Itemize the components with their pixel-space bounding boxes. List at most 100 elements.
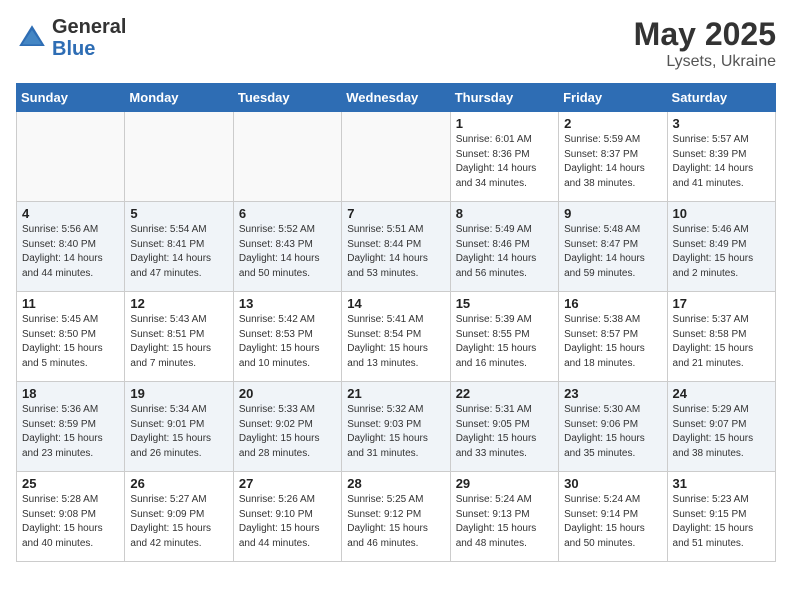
- day-info: Sunrise: 5:57 AM Sunset: 8:39 PM Dayligh…: [673, 133, 770, 191]
- day-info: Sunrise: 5:51 AM Sunset: 8:44 PM Dayligh…: [347, 223, 444, 281]
- logo: General Blue: [16, 16, 126, 60]
- day-number: 27: [239, 476, 336, 491]
- calendar-cell: 6 Sunrise: 5:52 AM Sunset: 8:43 PM Daylig…: [233, 202, 341, 292]
- day-info: Sunrise: 5:25 AM Sunset: 9:12 PM Dayligh…: [347, 493, 444, 551]
- calendar-cell: 26 Sunrise: 5:27 AM Sunset: 9:09 PM Dayli…: [125, 472, 233, 562]
- day-info: Sunrise: 5:49 AM Sunset: 8:46 PM Dayligh…: [456, 223, 553, 281]
- day-info: Sunrise: 5:46 AM Sunset: 8:49 PM Dayligh…: [673, 223, 770, 281]
- calendar-cell: 16Sunrise: 5:38 AM Sunset: 8:57 PM Dayli…: [559, 292, 667, 382]
- day-number: 2: [564, 116, 661, 131]
- calendar-week-row: 1Sunrise: 6:01 AM Sunset: 8:36 PM Daylig…: [17, 112, 776, 202]
- calendar-cell: 8 Sunrise: 5:49 AM Sunset: 8:46 PM Daylig…: [450, 202, 558, 292]
- day-number: 5: [130, 206, 227, 221]
- day-number: 12: [130, 296, 227, 311]
- calendar-week-row: 25 Sunrise: 5:28 AM Sunset: 9:08 PM Dayli…: [17, 472, 776, 562]
- calendar-cell: 24 Sunrise: 5:29 AM Sunset: 9:07 PM Dayli…: [667, 382, 775, 472]
- calendar-cell: 12 Sunrise: 5:43 AM Sunset: 8:51 PM Dayli…: [125, 292, 233, 382]
- day-info: Sunrise: 5:43 AM Sunset: 8:51 PM Dayligh…: [130, 313, 227, 371]
- calendar-cell: 1Sunrise: 6:01 AM Sunset: 8:36 PM Daylig…: [450, 112, 558, 202]
- logo-blue-text: Blue: [52, 38, 95, 60]
- calendar-cell: 15 Sunrise: 5:39 AM Sunset: 8:55 PM Dayli…: [450, 292, 558, 382]
- logo-general-text: General: [52, 16, 126, 38]
- calendar-cell: 2 Sunrise: 5:59 AM Sunset: 8:37 PM Daylig…: [559, 112, 667, 202]
- calendar-cell: 28Sunrise: 5:25 AM Sunset: 9:12 PM Dayli…: [342, 472, 450, 562]
- calendar-cell: 17Sunrise: 5:37 AM Sunset: 8:58 PM Dayli…: [667, 292, 775, 382]
- day-number: 29: [456, 476, 553, 491]
- day-number: 15: [456, 296, 553, 311]
- calendar-cell: 5 Sunrise: 5:54 AM Sunset: 8:41 PM Daylig…: [125, 202, 233, 292]
- day-number: 14: [347, 296, 444, 311]
- calendar-cell: 3 Sunrise: 5:57 AM Sunset: 8:39 PM Daylig…: [667, 112, 775, 202]
- calendar-cell: 19 Sunrise: 5:34 AM Sunset: 9:01 PM Dayli…: [125, 382, 233, 472]
- calendar-cell: 13Sunrise: 5:42 AM Sunset: 8:53 PM Dayli…: [233, 292, 341, 382]
- day-info: Sunrise: 5:28 AM Sunset: 9:08 PM Dayligh…: [22, 493, 119, 551]
- day-number: 24: [673, 386, 770, 401]
- day-number: 10: [673, 206, 770, 221]
- calendar-cell: 22 Sunrise: 5:31 AM Sunset: 9:05 PM Dayli…: [450, 382, 558, 472]
- day-info: Sunrise: 5:29 AM Sunset: 9:07 PM Dayligh…: [673, 403, 770, 461]
- calendar-cell: [233, 112, 341, 202]
- title-block: May 2025 Lysets, Ukraine: [634, 16, 776, 71]
- calendar-cell: 20Sunrise: 5:33 AM Sunset: 9:02 PM Dayli…: [233, 382, 341, 472]
- day-number: 21: [347, 386, 444, 401]
- calendar-cell: 29 Sunrise: 5:24 AM Sunset: 9:13 PM Dayli…: [450, 472, 558, 562]
- calendar-header-row: SundayMondayTuesdayWednesdayThursdayFrid…: [17, 84, 776, 112]
- day-info: Sunrise: 5:27 AM Sunset: 9:09 PM Dayligh…: [130, 493, 227, 551]
- page-header: General Blue May 2025 Lysets, Ukraine: [16, 16, 776, 71]
- day-number: 22: [456, 386, 553, 401]
- calendar-cell: [342, 112, 450, 202]
- calendar-cell: 11Sunrise: 5:45 AM Sunset: 8:50 PM Dayli…: [17, 292, 125, 382]
- day-info: Sunrise: 5:24 AM Sunset: 9:13 PM Dayligh…: [456, 493, 553, 551]
- day-info: Sunrise: 6:01 AM Sunset: 8:36 PM Dayligh…: [456, 133, 553, 191]
- day-info: Sunrise: 5:33 AM Sunset: 9:02 PM Dayligh…: [239, 403, 336, 461]
- day-info: Sunrise: 5:56 AM Sunset: 8:40 PM Dayligh…: [22, 223, 119, 281]
- column-header-friday: Friday: [559, 84, 667, 112]
- day-info: Sunrise: 5:54 AM Sunset: 8:41 PM Dayligh…: [130, 223, 227, 281]
- calendar-cell: 30Sunrise: 5:24 AM Sunset: 9:14 PM Dayli…: [559, 472, 667, 562]
- day-number: 30: [564, 476, 661, 491]
- day-number: 31: [673, 476, 770, 491]
- calendar-cell: 9Sunrise: 5:48 AM Sunset: 8:47 PM Daylig…: [559, 202, 667, 292]
- calendar-week-row: 18Sunrise: 5:36 AM Sunset: 8:59 PM Dayli…: [17, 382, 776, 472]
- calendar-cell: 31Sunrise: 5:23 AM Sunset: 9:15 PM Dayli…: [667, 472, 775, 562]
- calendar-cell: 23Sunrise: 5:30 AM Sunset: 9:06 PM Dayli…: [559, 382, 667, 472]
- day-info: Sunrise: 5:31 AM Sunset: 9:05 PM Dayligh…: [456, 403, 553, 461]
- calendar-cell: 27Sunrise: 5:26 AM Sunset: 9:10 PM Dayli…: [233, 472, 341, 562]
- day-number: 4: [22, 206, 119, 221]
- column-header-saturday: Saturday: [667, 84, 775, 112]
- day-info: Sunrise: 5:52 AM Sunset: 8:43 PM Dayligh…: [239, 223, 336, 281]
- day-number: 19: [130, 386, 227, 401]
- day-info: Sunrise: 5:41 AM Sunset: 8:54 PM Dayligh…: [347, 313, 444, 371]
- day-number: 7: [347, 206, 444, 221]
- day-number: 6: [239, 206, 336, 221]
- logo-icon: [16, 22, 48, 54]
- calendar-cell: [125, 112, 233, 202]
- column-header-tuesday: Tuesday: [233, 84, 341, 112]
- day-info: Sunrise: 5:48 AM Sunset: 8:47 PM Dayligh…: [564, 223, 661, 281]
- day-number: 3: [673, 116, 770, 131]
- calendar-table: SundayMondayTuesdayWednesdayThursdayFrid…: [16, 83, 776, 562]
- calendar-cell: 10 Sunrise: 5:46 AM Sunset: 8:49 PM Dayli…: [667, 202, 775, 292]
- location-subtitle: Lysets, Ukraine: [634, 53, 776, 71]
- calendar-cell: 4 Sunrise: 5:56 AM Sunset: 8:40 PM Daylig…: [17, 202, 125, 292]
- calendar-cell: 25 Sunrise: 5:28 AM Sunset: 9:08 PM Dayli…: [17, 472, 125, 562]
- calendar-cell: 21 Sunrise: 5:32 AM Sunset: 9:03 PM Dayli…: [342, 382, 450, 472]
- day-info: Sunrise: 5:42 AM Sunset: 8:53 PM Dayligh…: [239, 313, 336, 371]
- calendar-cell: [17, 112, 125, 202]
- day-number: 11: [22, 296, 119, 311]
- calendar-cell: 7 Sunrise: 5:51 AM Sunset: 8:44 PM Daylig…: [342, 202, 450, 292]
- month-title: May 2025: [634, 16, 776, 53]
- day-info: Sunrise: 5:34 AM Sunset: 9:01 PM Dayligh…: [130, 403, 227, 461]
- day-number: 23: [564, 386, 661, 401]
- calendar-cell: 18Sunrise: 5:36 AM Sunset: 8:59 PM Dayli…: [17, 382, 125, 472]
- day-number: 25: [22, 476, 119, 491]
- day-number: 8: [456, 206, 553, 221]
- column-header-wednesday: Wednesday: [342, 84, 450, 112]
- day-info: Sunrise: 5:37 AM Sunset: 8:58 PM Dayligh…: [673, 313, 770, 371]
- day-number: 26: [130, 476, 227, 491]
- calendar-week-row: 4 Sunrise: 5:56 AM Sunset: 8:40 PM Daylig…: [17, 202, 776, 292]
- column-header-monday: Monday: [125, 84, 233, 112]
- day-info: Sunrise: 5:39 AM Sunset: 8:55 PM Dayligh…: [456, 313, 553, 371]
- day-info: Sunrise: 5:32 AM Sunset: 9:03 PM Dayligh…: [347, 403, 444, 461]
- day-info: Sunrise: 5:59 AM Sunset: 8:37 PM Dayligh…: [564, 133, 661, 191]
